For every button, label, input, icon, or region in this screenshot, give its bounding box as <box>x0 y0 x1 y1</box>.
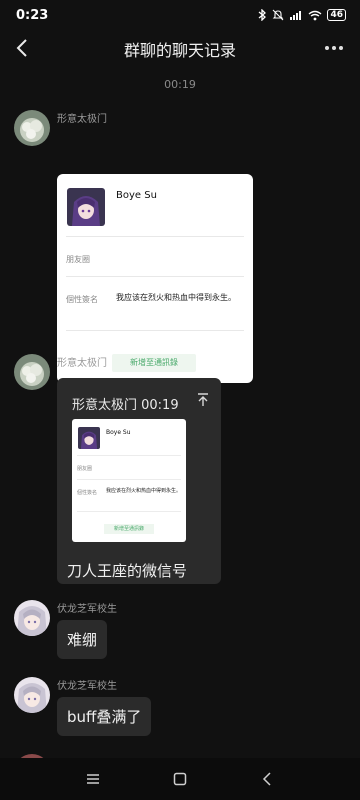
back-button[interactable] <box>10 36 34 60</box>
page-title: 群聊的聊天记录 <box>123 41 236 60</box>
sender-name: 伏龙芝军校生 <box>57 604 117 615</box>
more-dot-icon <box>332 46 336 50</box>
contact-name: Boye Su <box>106 429 131 436</box>
moments-label: 朋友圈 <box>77 466 93 472</box>
sender-name: 伏龙芝军校生 <box>57 681 117 692</box>
divider <box>66 236 244 237</box>
add-to-contacts-button[interactable]: 新增至通訊錄 <box>112 354 196 372</box>
signature-text: 我应该在烈火和热血中得到永生。 <box>106 488 182 494</box>
divider <box>77 479 181 480</box>
forwarded-title: 形意太极门 00:19 <box>72 398 179 413</box>
divider <box>77 511 181 512</box>
forwarded-message-bubble[interactable]: 形意太极门 00:19 Boye Su 朋友圈 個性簽名 我应该在烈火和热血中得… <box>57 378 221 584</box>
forwarded-caption: 刀人王座的微信号 <box>67 562 188 580</box>
home-square-icon <box>173 772 187 786</box>
avatar[interactable] <box>14 600 50 636</box>
home-button[interactable] <box>168 767 192 791</box>
contact-avatar <box>78 427 100 449</box>
status-bar: 0:23 46 <box>0 0 360 30</box>
menu-icon <box>87 774 100 784</box>
message-timestamp: 00:19 <box>164 78 196 91</box>
mute-bell-icon <box>272 9 284 21</box>
avatar[interactable] <box>14 354 50 390</box>
status-time: 0:23 <box>16 7 49 23</box>
signature-label: 個性簽名 <box>77 490 98 496</box>
more-options-button[interactable] <box>322 38 346 58</box>
divider <box>66 276 244 277</box>
message-bubble[interactable]: buff叠满了 <box>57 697 152 736</box>
sender-name: 形意太极门 <box>57 114 107 125</box>
contact-card[interactable]: Boye Su 朋友圈 個性簽名 我应该在烈火和热血中得到永生。 新增至通訊錄 <box>57 174 253 383</box>
more-dot-icon <box>325 46 329 50</box>
avatar[interactable] <box>14 110 50 146</box>
contact-avatar <box>67 188 105 226</box>
message-bubble[interactable]: 难绷 <box>57 620 108 659</box>
battery-icon: 46 <box>327 9 346 21</box>
status-icons: 46 <box>258 9 346 21</box>
add-to-contacts-button: 新增至通訊錄 <box>104 524 154 534</box>
bluetooth-icon <box>258 9 267 21</box>
divider <box>66 330 244 331</box>
back-arrow-icon <box>16 39 27 57</box>
top-bar: 群聊的聊天记录 <box>0 30 360 68</box>
signature-text: 我应该在烈火和热血中得到永生。 <box>116 293 236 302</box>
menu-button[interactable] <box>81 767 105 791</box>
avatar[interactable] <box>14 677 50 713</box>
more-dot-icon <box>339 46 343 50</box>
forwarded-contact-card: Boye Su 朋友圈 個性簽名 我应该在烈火和热血中得到永生。 新增至通訊錄 <box>72 419 186 542</box>
signal-icon <box>289 10 303 21</box>
sender-name: 形意太极门 <box>57 358 107 369</box>
system-navigation-bar <box>0 758 360 800</box>
chat-history[interactable]: 00:19 形意太极门 Boye Su 朋友圈 個性簽名 我应该在烈火和热血中得… <box>0 68 360 758</box>
system-back-button[interactable] <box>255 767 279 791</box>
wifi-icon <box>308 10 322 21</box>
moments-label: 朋友圈 <box>66 255 90 264</box>
pin-top-icon[interactable] <box>195 392 211 408</box>
back-triangle-icon <box>262 772 271 786</box>
divider <box>77 455 181 456</box>
contact-name: Boye Su <box>116 190 157 201</box>
signature-label: 個性簽名 <box>66 295 98 304</box>
